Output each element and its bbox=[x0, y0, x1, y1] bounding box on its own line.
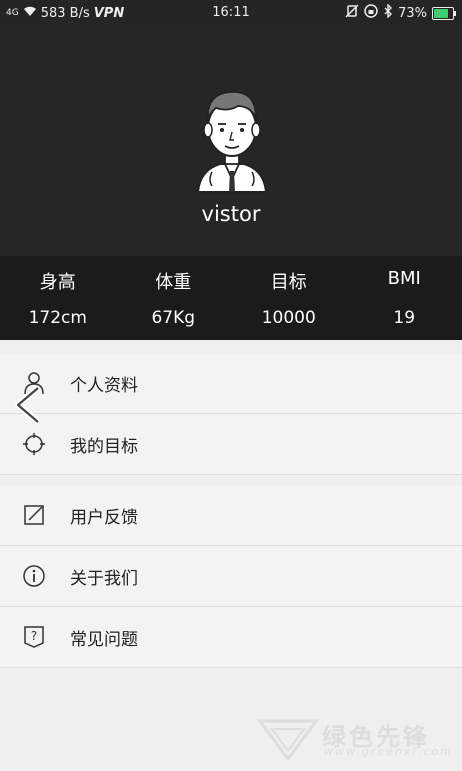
svg-text:?: ? bbox=[31, 629, 37, 643]
battery-percent: 73% bbox=[398, 5, 427, 21]
avatar[interactable] bbox=[194, 84, 270, 194]
stat-value: 10000 bbox=[261, 308, 316, 328]
menu-label: 个人资料 bbox=[70, 375, 138, 396]
stat-goal: 目标 10000 bbox=[231, 256, 347, 340]
edit-icon bbox=[22, 503, 46, 527]
stat-label: 身高 bbox=[39, 272, 76, 293]
profile-header: vistor bbox=[0, 26, 462, 256]
mute-icon bbox=[345, 4, 359, 22]
menu-label: 常见问题 bbox=[70, 629, 138, 650]
stat-label: 体重 bbox=[155, 272, 192, 293]
stat-value: 67Kg bbox=[151, 308, 196, 328]
menu-item-goal[interactable]: 我的目标 bbox=[0, 414, 462, 475]
stat-value: 19 bbox=[393, 308, 416, 328]
stat-height: 身高 172cm bbox=[0, 256, 116, 340]
stats-bar: 身高 172cm 体重 67Kg 目标 10000 BMI 19 bbox=[0, 256, 462, 340]
status-bar: 4G 583 B/s VPN 16:11 73% bbox=[0, 0, 462, 26]
question-icon: ? bbox=[22, 625, 46, 649]
menu-item-faq[interactable]: ? 常见问题 bbox=[0, 607, 462, 668]
menu-label: 关于我们 bbox=[70, 568, 138, 589]
bluetooth-icon bbox=[383, 3, 393, 22]
target-icon bbox=[22, 432, 46, 456]
stat-weight: 体重 67Kg bbox=[116, 256, 232, 340]
stat-bmi: BMI 19 bbox=[347, 256, 462, 340]
menu-item-feedback[interactable]: 用户反馈 bbox=[0, 485, 462, 546]
menu-label: 用户反馈 bbox=[70, 507, 138, 528]
menu-label: 我的目标 bbox=[70, 436, 138, 457]
username: vistor bbox=[201, 202, 261, 226]
watermark: 绿色先锋 www.greenxf.com bbox=[257, 715, 458, 763]
stat-value: 172cm bbox=[28, 308, 87, 328]
stat-label: BMI bbox=[387, 268, 421, 289]
stat-label: 目标 bbox=[270, 272, 307, 293]
menu-item-profile[interactable]: 个人资料 bbox=[0, 353, 462, 414]
menu-group-support: 用户反馈 关于我们 ? 常见问题 bbox=[0, 485, 462, 668]
watermark-url: www.greenxf.com bbox=[324, 745, 453, 758]
info-icon bbox=[22, 564, 46, 588]
menu-group-profile: 个人资料 我的目标 bbox=[0, 353, 462, 475]
menu-item-about[interactable]: 关于我们 bbox=[0, 546, 462, 607]
battery-icon bbox=[432, 6, 456, 20]
lock-rotation-icon bbox=[364, 4, 378, 22]
back-arrow-icon[interactable] bbox=[12, 385, 44, 425]
watermark-logo-icon bbox=[257, 719, 319, 762]
